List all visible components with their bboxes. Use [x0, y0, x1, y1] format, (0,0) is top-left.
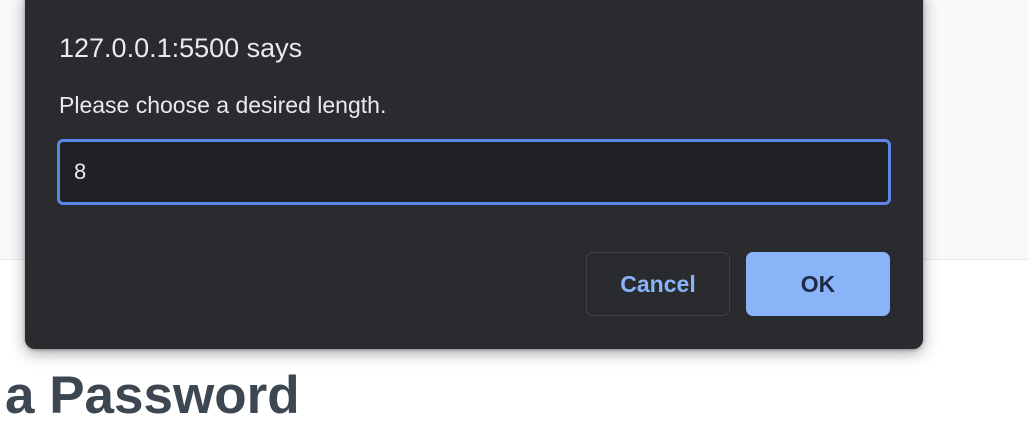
cancel-button[interactable]: Cancel: [586, 252, 730, 316]
ok-button[interactable]: OK: [746, 252, 890, 316]
length-input[interactable]: [57, 139, 891, 205]
prompt-dialog: 127.0.0.1:5500 says Please choose a desi…: [25, 0, 923, 349]
dialog-message: Please choose a desired length.: [59, 92, 387, 118]
dialog-origin-title: 127.0.0.1:5500 says: [59, 33, 303, 63]
page-heading: a Password: [5, 366, 300, 425]
